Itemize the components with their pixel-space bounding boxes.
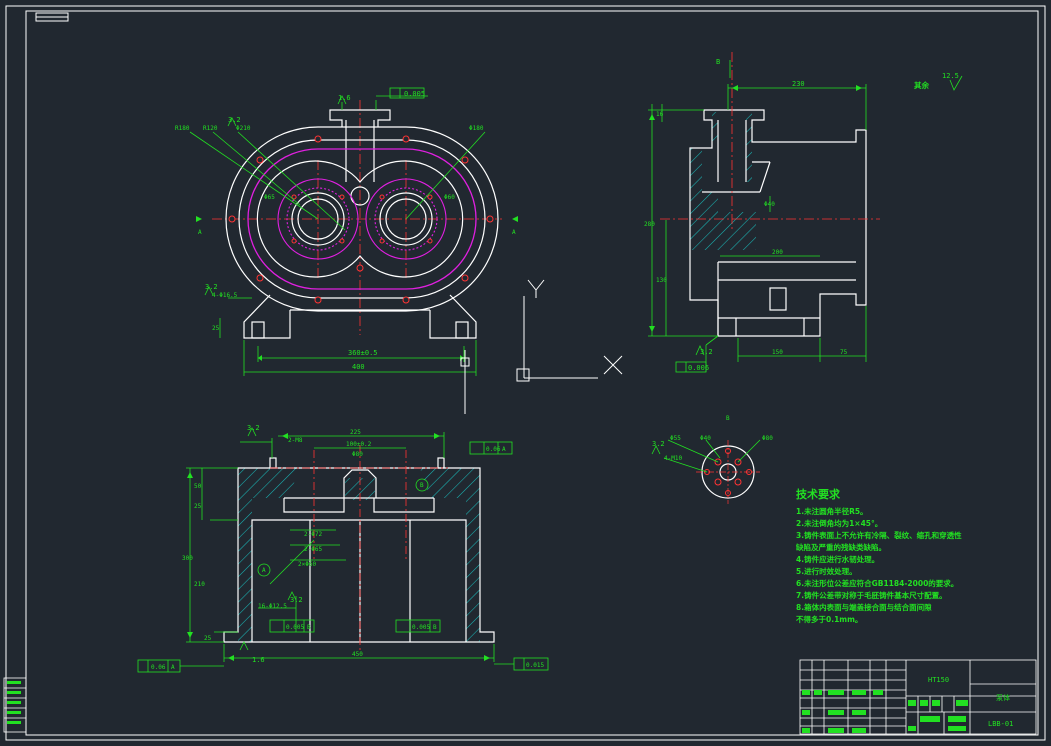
side-strip-table (3, 677, 27, 733)
front-dia-r180: R180 (175, 125, 190, 132)
front-roughness-left: 3.2 (228, 116, 241, 124)
section-bore-3: 2×Φ60 (298, 561, 316, 568)
section-width-top: 225 (350, 429, 361, 436)
section-roughness-top: 3.2 (247, 424, 260, 432)
section-bottom-hole: 16-Φ12.5 (258, 603, 287, 610)
title-block: HT150 泵体 LBB-01 (799, 659, 1037, 735)
section-flat-base: 0.015 (526, 662, 544, 669)
section-bore-1: 2-Φ72 (304, 531, 322, 538)
side-view: B 230 16 280 130 Φ40 200 150 75 3.2 0.00… (644, 52, 963, 373)
section-center-sub: Φ80 (352, 451, 363, 458)
section-width-base: 450 (352, 651, 363, 658)
title-block-drawing-no: LBB-01 (988, 720, 1013, 728)
detail-b-hole-3: Φ80 (762, 435, 773, 442)
front-roughness-top: 1.6 (338, 94, 351, 102)
front-dia-180: Φ180 (469, 125, 484, 132)
front-section-mark-right: A (512, 229, 516, 236)
section-parallelism: 0.06 (486, 446, 501, 453)
title-block-part-name: 泵体 (996, 693, 1010, 702)
section-view: 3.2 2-M8 225 100±0.2 Φ80 0.06 A 50 25 30… (137, 424, 549, 673)
ucs-icon (460, 279, 623, 414)
section-bore-2: 2-Φ65 (304, 546, 322, 553)
section-left-wall-hatch (238, 468, 298, 642)
front-dia-210: Φ210 (236, 125, 251, 132)
tech-item: 不得多于0.1mm。 (796, 614, 862, 624)
front-dia-inner-right: Φ60 (444, 194, 455, 201)
side-bottom-dim-1: 150 (772, 349, 783, 356)
title-block-material: HT150 (928, 676, 949, 684)
detail-b: B 3.2 Φ55 Φ40 Φ80 4-M10 (651, 415, 773, 504)
section-roughness-base: 1.6 (252, 656, 265, 664)
left-foot (243, 294, 291, 339)
tech-item: 2.未注倒角均为1×45°。 (796, 518, 882, 528)
section-circle-mark-b: B (420, 482, 424, 489)
front-dia-inner-left: Φ65 (264, 194, 275, 201)
side-height-lower: 130 (656, 277, 667, 284)
right-foot (429, 294, 477, 339)
front-width-dim-1: 360±0.5 (348, 349, 378, 357)
side-height-small: 16 (656, 111, 664, 118)
detail-b-roughness: 3.2 (652, 440, 665, 448)
front-centerlines (212, 100, 502, 335)
front-bolt-label: 4-Φ16.5 (212, 292, 238, 299)
section-right-wall-hatch (420, 468, 480, 642)
section-flatness-1: 0.005 (286, 624, 304, 631)
section-roughness-bottom-hole: 3.2 (290, 596, 303, 604)
detail-b-label: B (726, 415, 730, 422)
other-roughness-label: 其余 (914, 80, 929, 90)
tech-item: 缺陷及严重的残缺类缺陷。 (795, 542, 886, 552)
detail-b-hole-2: Φ40 (700, 435, 711, 442)
tech-item: 5.进行时效处理。 (796, 566, 857, 576)
section-flatness-2: 0.005 (412, 624, 430, 631)
front-roughness-bolt: 3.2 (205, 283, 218, 291)
front-tolerance-top: 0.005 (404, 90, 425, 98)
front-section-mark-left: A (198, 229, 202, 236)
tech-item: 6.未注形位公差应符合GB1184-2000的要求。 (796, 578, 958, 588)
section-parallelism-ref: A (502, 446, 506, 453)
side-dia-small: Φ40 (764, 201, 775, 208)
tech-requirements: 技术要求 1.未注圆角半径R5。 2.未注倒角均为1×45°。 3.铸件表面上不… (795, 487, 962, 624)
detail-b-hole-1: Φ55 (670, 435, 681, 442)
drawing-frame (5, 5, 1046, 741)
section-height-1: 50 (194, 483, 202, 490)
side-inner-width: 200 (772, 249, 783, 256)
section-flatness-2-ref: B (433, 624, 437, 631)
tech-item: 4.铸件应进行水韧处理。 (796, 554, 879, 564)
front-height-dim: 25 (212, 325, 220, 332)
section-height-2: 25 (194, 503, 202, 510)
section-hole-label: 2-M8 (288, 437, 303, 444)
side-roughness-bottom: 3.2 (700, 348, 713, 356)
front-width-dim-2: 400 (352, 363, 365, 371)
side-tolerance-bottom: 0.006 (688, 364, 709, 372)
tech-item: 7.铸件公差带对称于毛胚铸件基本尺寸配置。 (796, 590, 947, 600)
tech-item: 8.箱体内表面与端盖接合面与结合面间隙 (796, 602, 932, 612)
side-view-label: B (716, 58, 720, 66)
front-view: 1.6 0.005 3.2 R180 R120 Φ210 Φ180 Φ65 Φ6… (175, 87, 518, 376)
side-width-top: 230 (792, 80, 805, 88)
engineering-drawing: 1.6 0.005 3.2 R180 R120 Φ210 Φ180 Φ65 Φ6… (3, 5, 1046, 741)
section-center-dist: 100±0.2 (346, 441, 372, 448)
section-perp-ref: A (171, 664, 175, 671)
detail-b-bolt: 4-M10 (664, 455, 682, 462)
section-height-inner: 210 (194, 581, 205, 588)
section-perp-value: 0.06 (151, 664, 166, 671)
tech-item: 1.未注圆角半径R5。 (796, 506, 868, 516)
tech-item: 3.铸件表面上不允许有冷隔、裂纹、缩孔和穿透性 (796, 530, 962, 540)
side-height-total: 280 (644, 221, 655, 228)
other-roughness-value: 12.5 (942, 72, 959, 80)
section-height-total: 300 (182, 555, 193, 562)
section-height-base: 25 (204, 635, 212, 642)
section-flatness-1-ref: B (307, 624, 311, 631)
tech-requirements-title: 技术要求 (796, 487, 841, 501)
section-circle-mark-a: A (262, 567, 266, 574)
front-dia-r120: R120 (203, 125, 218, 132)
side-bottom-dim-2: 75 (840, 349, 848, 356)
